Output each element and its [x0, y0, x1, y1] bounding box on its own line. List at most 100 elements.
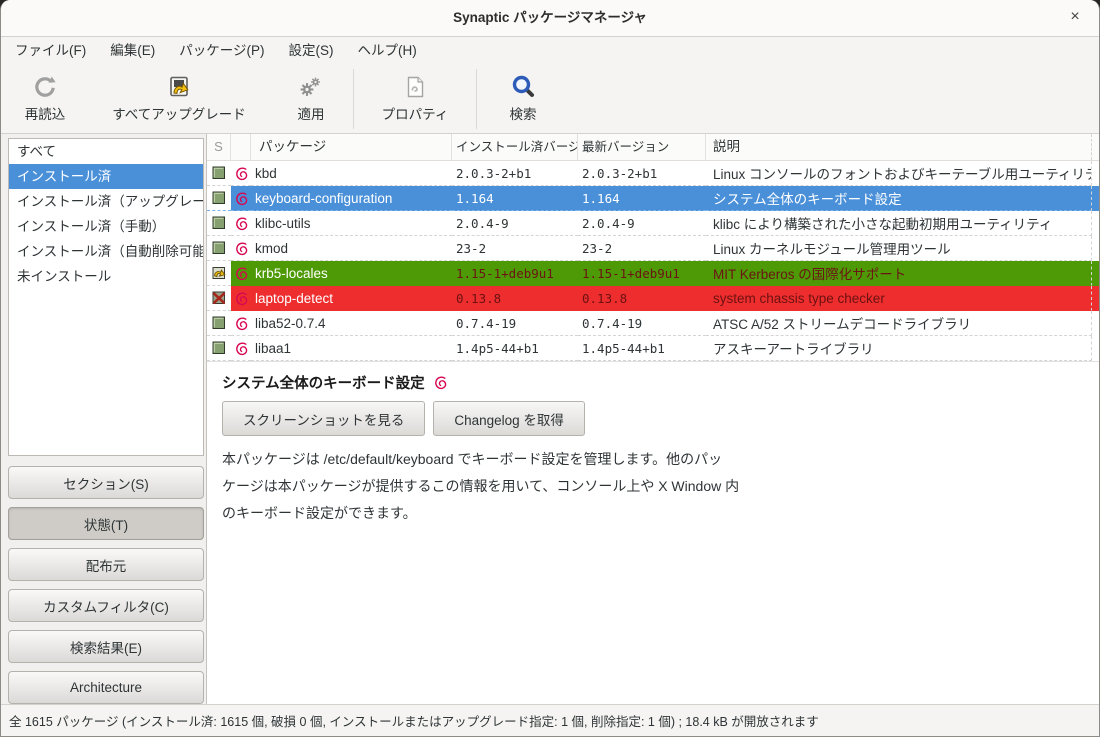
header-description[interactable]: 説明	[706, 134, 1092, 160]
row-spacer	[1092, 186, 1099, 211]
reload-label: 再読込	[25, 103, 66, 123]
titlebar[interactable]: Synaptic パッケージマネージャ ×	[1, 0, 1099, 37]
table-row[interactable]: liba52-0.7.4 0.7.4-19 0.7.4-19 ATSC A/52…	[207, 311, 1099, 336]
header-status[interactable]: S	[207, 134, 231, 160]
package-name: libaa1	[251, 336, 452, 361]
debian-swirl-icon	[231, 336, 251, 361]
header-package[interactable]: パッケージ	[251, 134, 452, 160]
header-spacer	[1092, 134, 1099, 160]
filter-installed-autoremovable[interactable]: インストール済（自動削除可能）	[9, 239, 203, 264]
search-label: 検索	[510, 103, 537, 123]
package-name: liba52-0.7.4	[251, 311, 452, 336]
row-spacer	[1092, 211, 1099, 236]
package-description: Linux カーネルモジュール管理用ツール	[706, 236, 1092, 261]
apply-button[interactable]: 適用	[269, 65, 353, 133]
synaptic-window: Synaptic パッケージマネージャ × ファイル(F) 編集(E) パッケー…	[0, 0, 1100, 737]
package-description: システム全体のキーボード設定	[706, 186, 1092, 211]
package-description: system chassis type checker	[706, 286, 1092, 311]
status-upgrade-icon	[207, 261, 231, 286]
status-removal-icon	[207, 286, 231, 311]
table-row[interactable]: kmod 23-2 23-2 Linux カーネルモジュール管理用ツール	[207, 236, 1099, 261]
upgrade-all-button[interactable]: すべてアップグレード	[89, 65, 269, 133]
installed-version: 2.0.3-2+b1	[452, 161, 578, 186]
menubar: ファイル(F) 編集(E) パッケージ(P) 設定(S) ヘルプ(H)	[1, 37, 1099, 65]
get-screenshot-button[interactable]: スクリーンショットを見る	[222, 401, 425, 436]
header-origin-icon[interactable]	[231, 134, 251, 160]
content-area: すべて インストール済 インストール済（アップグレード可） インストール済（手動…	[1, 134, 1099, 704]
package-table: S パッケージ インストール済バージョン 最新バージョン 説明 kbd 2.0.…	[207, 134, 1099, 361]
latest-version: 1.15-1+deb9u1	[578, 261, 706, 286]
menu-package[interactable]: パッケージ(P)	[167, 37, 276, 65]
sidebar: すべて インストール済 インストール済（アップグレード可） インストール済（手動…	[1, 134, 207, 704]
close-icon[interactable]: ×	[1063, 0, 1087, 34]
origin-button[interactable]: 配布元	[8, 548, 204, 581]
menu-edit[interactable]: 編集(E)	[98, 37, 167, 65]
menu-file[interactable]: ファイル(F)	[3, 37, 98, 65]
debian-swirl-icon	[231, 236, 251, 261]
latest-version: 0.7.4-19	[578, 311, 706, 336]
package-description: アスキーアートライブラリ	[706, 336, 1092, 361]
filter-not-installed[interactable]: 未インストール	[9, 264, 203, 289]
table-row-selected[interactable]: keyboard-configuration 1.164 1.164 システム全…	[207, 186, 1099, 211]
latest-version: 1.4p5-44+b1	[578, 336, 706, 361]
filter-installed-upgradable[interactable]: インストール済（アップグレード可）	[9, 189, 203, 214]
main-panel: S パッケージ インストール済バージョン 最新バージョン 説明 kbd 2.0.…	[207, 134, 1099, 704]
package-name: keyboard-configuration	[251, 186, 452, 211]
package-name: kmod	[251, 236, 452, 261]
menu-help[interactable]: ヘルプ(H)	[345, 37, 428, 65]
latest-version: 2.0.4-9	[578, 211, 706, 236]
debian-swirl-icon	[231, 186, 251, 211]
package-name: laptop-detect	[251, 286, 452, 311]
architecture-button[interactable]: Architecture	[8, 671, 204, 704]
installed-version: 0.7.4-19	[452, 311, 578, 336]
row-spacer	[1092, 286, 1099, 311]
status-installed-icon	[207, 186, 231, 211]
custom-filters-button[interactable]: カスタムフィルタ(C)	[8, 589, 204, 622]
debian-swirl-icon	[231, 161, 251, 186]
package-description: Linux コンソールのフォントおよびキーテーブル用ユーティリティ	[706, 161, 1092, 186]
search-results-button[interactable]: 検索結果(E)	[8, 630, 204, 663]
installed-version: 2.0.4-9	[452, 211, 578, 236]
header-installed-version[interactable]: インストール済バージョン	[452, 134, 578, 160]
filter-all[interactable]: すべて	[9, 139, 203, 164]
search-button[interactable]: 検索	[477, 65, 569, 133]
reload-button[interactable]: 再読込	[1, 65, 89, 133]
latest-version: 0.13.8	[578, 286, 706, 311]
search-icon	[510, 73, 536, 101]
details-pane: システム全体のキーボード設定 スクリーンショットを見る Changelog を取…	[207, 361, 1099, 704]
package-description: klibc により構築された小さな起動初期用ユーティリティ	[706, 211, 1092, 236]
status-installed-icon	[207, 311, 231, 336]
sections-button[interactable]: セクション(S)	[8, 466, 204, 499]
installed-version: 1.164	[452, 186, 578, 211]
package-description: MIT Kerberos の国際化サポート	[706, 261, 1092, 286]
table-row[interactable]: klibc-utils 2.0.4-9 2.0.4-9 klibc により構築さ…	[207, 211, 1099, 236]
package-name: kbd	[251, 161, 452, 186]
package-name: krb5-locales	[251, 261, 452, 286]
table-row[interactable]: kbd 2.0.3-2+b1 2.0.3-2+b1 Linux コンソールのフォ…	[207, 161, 1099, 186]
debian-swirl-icon	[433, 375, 448, 390]
row-spacer	[1092, 236, 1099, 261]
get-changelog-button[interactable]: Changelog を取得	[433, 401, 585, 436]
filter-installed-manual[interactable]: インストール済（手動）	[9, 214, 203, 239]
description-line: のキーボード設定ができます。	[222, 500, 1085, 527]
latest-version: 23-2	[578, 236, 706, 261]
installed-version: 23-2	[452, 236, 578, 261]
table-row-marked-upgrade[interactable]: krb5-locales 1.15-1+deb9u1 1.15-1+deb9u1…	[207, 261, 1099, 286]
debian-swirl-icon	[231, 211, 251, 236]
table-header: S パッケージ インストール済バージョン 最新バージョン 説明	[207, 134, 1099, 161]
menu-settings[interactable]: 設定(S)	[276, 37, 345, 65]
header-latest-version[interactable]: 最新バージョン	[578, 134, 706, 160]
table-row-marked-removal[interactable]: laptop-detect 0.13.8 0.13.8 system chass…	[207, 286, 1099, 311]
toolbar: 再読込 すべてアップグレード 適用	[1, 65, 1099, 134]
properties-button[interactable]: プロパティ	[354, 65, 476, 133]
row-spacer	[1092, 161, 1099, 186]
reload-icon	[32, 73, 58, 101]
installed-version: 1.15-1+deb9u1	[452, 261, 578, 286]
latest-version: 1.164	[578, 186, 706, 211]
filter-installed[interactable]: インストール済	[9, 164, 203, 189]
package-description: ATSC A/52 ストリームデコードライブラリ	[706, 311, 1092, 336]
status-button[interactable]: 状態(T)	[8, 507, 204, 540]
debian-swirl-icon	[231, 286, 251, 311]
table-row[interactable]: libaa1 1.4p5-44+b1 1.4p5-44+b1 アスキーアートライ…	[207, 336, 1099, 361]
status-installed-icon	[207, 211, 231, 236]
